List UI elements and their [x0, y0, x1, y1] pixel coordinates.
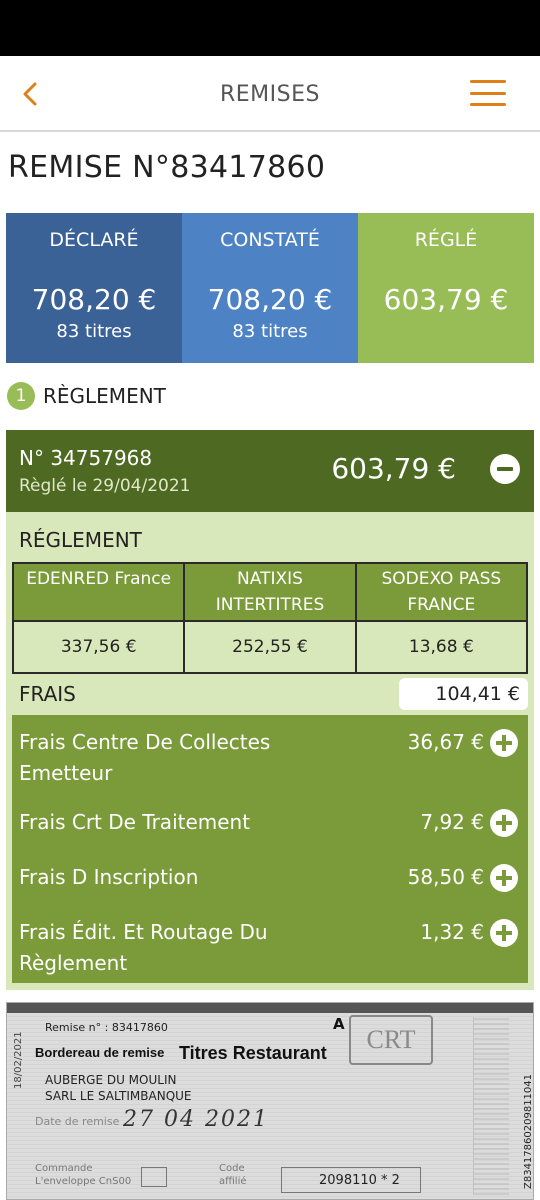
issuer-table: EDENRED France NATIXIS INTERTITRES SODEX…	[11, 562, 529, 674]
declared-amount: 708,20 €	[31, 283, 157, 316]
crt-logo: CRT	[349, 1015, 433, 1065]
payment-header[interactable]: N° 34757968 Règlé le 29/04/2021 603,79 €	[6, 430, 534, 512]
fee-label: Frais Centre De Collectes Emetteur	[19, 730, 271, 785]
fees-list: Frais Centre De Collectes Emetteur 36,67…	[12, 715, 528, 983]
plus-circle-icon[interactable]	[490, 864, 518, 892]
fee-label: Frais Édit. Et Routage Du Règlement	[19, 920, 268, 975]
issuer-amount-row: 337,56 € 252,55 € 13,68 €	[11, 620, 529, 674]
plus-circle-icon[interactable]	[490, 809, 518, 837]
payment-date: Règlé le 29/04/2021	[19, 476, 191, 496]
scanned-document-image[interactable]: Remise n° : 83417860 Bordereau de remise…	[6, 1002, 534, 1200]
payment-amount: 603,79 €	[331, 452, 456, 485]
plus-circle-icon[interactable]	[490, 729, 518, 757]
payment-details: RÉGLEMENT EDENRED France NATIXIS INTERTI…	[6, 512, 534, 990]
issuer-name: NATIXIS INTERTITRES	[183, 562, 357, 622]
doc-date-label: Date de remise	[35, 1115, 120, 1128]
doc-a-label: A	[333, 1015, 345, 1033]
observed-count: 83 titres	[232, 321, 308, 342]
issuer-amount: 252,55 €	[183, 620, 357, 674]
page-title: REMISE N°83417860	[8, 150, 326, 185]
fees-total: 104,41 €	[399, 678, 528, 710]
declared-label: DÉCLARÉ	[49, 229, 139, 251]
doc-company-1: AUBERGE DU MOULIN	[45, 1073, 177, 1087]
declared-count: 83 titres	[56, 321, 132, 342]
settled-card: RÉGLÉ 603,79 €	[358, 213, 534, 363]
observed-amount: 708,20 €	[207, 283, 333, 316]
doc-code-value: 2098110 * 2	[319, 1173, 400, 1188]
fees-label: FRAIS	[19, 682, 76, 706]
doc-remise-line: Remise n° : 83417860	[45, 1021, 168, 1034]
payment-number: N° 34757968	[19, 446, 153, 470]
doc-handwritten-date: 27 04 2021	[123, 1107, 269, 1132]
doc-envelopes-label: L'enveloppe CnS00	[35, 1176, 132, 1187]
issuer-amount: 13,68 €	[354, 620, 529, 674]
issuer-name: SODEXO PASS FRANCE	[354, 562, 529, 622]
issuer-amount: 337,56 €	[11, 620, 186, 674]
hamburger-menu-icon[interactable]	[470, 80, 506, 106]
fee-amount: 1,32 €	[420, 920, 484, 944]
doc-titres: Titres Restaurant	[179, 1043, 327, 1063]
fees-summary-row: FRAIS 104,41 €	[6, 678, 534, 712]
issuer-name: EDENRED France	[11, 562, 186, 622]
app-header: REMISES	[0, 56, 540, 132]
observed-label: CONSTATÉ	[220, 229, 320, 251]
settled-amount: 603,79 €	[383, 283, 509, 316]
doc-code-label: Code	[219, 1163, 245, 1174]
minus-circle-icon[interactable]	[490, 454, 520, 484]
barcode-icon	[473, 1017, 509, 1195]
fee-label: Frais D Inscription	[19, 865, 199, 889]
section-title: RÈGLEMENT	[43, 384, 166, 408]
summary-cards: DÉCLARÉ 708,20 € 83 titres CONSTATÉ 708,…	[6, 213, 534, 363]
doc-commande-label: Commande	[35, 1163, 93, 1174]
breakdown-title: RÉGLEMENT	[19, 528, 142, 552]
doc-checkbox	[141, 1167, 167, 1187]
declared-card: DÉCLARÉ 708,20 € 83 titres	[6, 213, 182, 363]
observed-card: CONSTATÉ 708,20 € 83 titres	[182, 213, 358, 363]
doc-side-code: 18/02/2021	[13, 1031, 24, 1089]
fee-amount: 58,50 €	[407, 865, 484, 889]
doc-company-2: SARL LE SALTIMBANQUE	[45, 1089, 192, 1103]
scan-top-edge	[7, 1003, 533, 1013]
doc-barcode-number: Z83417860209811041	[523, 1073, 534, 1189]
fee-amount: 36,67 €	[407, 730, 484, 754]
header-title: REMISES	[220, 82, 320, 107]
doc-bordereau: Bordereau de remise	[35, 1045, 165, 1060]
doc-affilie-label: affilié	[219, 1176, 247, 1187]
status-bar	[0, 0, 540, 56]
fee-amount: 7,92 €	[420, 810, 484, 834]
section-number-badge: 1	[7, 382, 35, 410]
issuer-header-row: EDENRED France NATIXIS INTERTITRES SODEX…	[11, 562, 529, 622]
plus-circle-icon[interactable]	[490, 919, 518, 947]
section-header: 1 RÈGLEMENT	[7, 380, 166, 412]
fee-label: Frais Crt De Traitement	[19, 810, 251, 834]
settled-label: RÉGLÉ	[414, 229, 478, 251]
